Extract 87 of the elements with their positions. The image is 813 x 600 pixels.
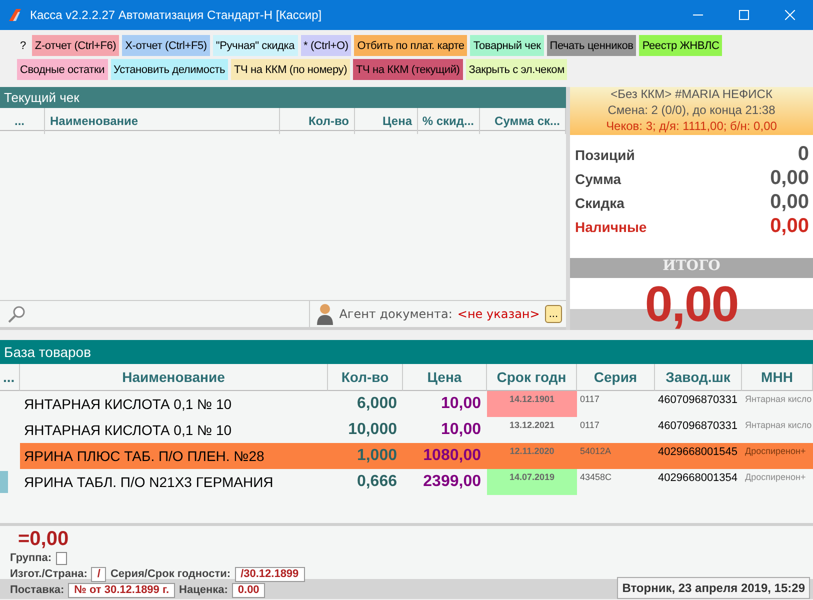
panel-title: Текущий чек xyxy=(0,87,566,108)
summary-value: 0,00 xyxy=(770,215,809,238)
toolbar-button[interactable]: X-отчет (Ctrl+F5) xyxy=(122,35,210,56)
column-header[interactable]: Наименование xyxy=(45,108,280,134)
summary-label: Сумма xyxy=(575,171,622,187)
group-checkbox[interactable] xyxy=(56,552,67,564)
table-cell: 12.11.2020 xyxy=(487,443,577,469)
field-value: № от 30.12.1899 г. xyxy=(68,582,176,598)
toolbar-button[interactable]: Реестр ЖНВЛС xyxy=(639,35,722,56)
table-cell-text: Дроспиренон+ xyxy=(744,471,807,484)
table-cell-text: Янтарная кисло xyxy=(744,419,813,432)
person-icon xyxy=(316,303,334,325)
agent-value: <не указан> xyxy=(457,307,540,321)
column-header[interactable]: ... xyxy=(0,364,20,391)
table-cell: Дроспиренон+ xyxy=(742,443,813,469)
column-header[interactable]: Наименование xyxy=(20,364,328,391)
table-cell-text: 0117 xyxy=(579,393,600,406)
product-name[interactable]: ЯРИНА ПЛЮС ТАБ. П/О ПЛЕН. №28 xyxy=(20,443,328,469)
column-header[interactable]: ... xyxy=(0,108,45,134)
window-title: Касса v2.2.2.27 Автоматизация Стандарт-Н [Кассир] xyxy=(30,8,323,22)
toolbar-button[interactable]: Закрыть с эл.чеком xyxy=(466,59,568,80)
table-cell-text: 10,00 xyxy=(440,420,482,440)
summary-label: Позиций xyxy=(575,147,635,163)
summary-label: Наличные xyxy=(575,219,647,235)
table-cell: 54012A xyxy=(577,443,655,469)
summary-label: Скидка xyxy=(575,195,624,211)
app-logo-icon xyxy=(8,8,22,22)
summary-value: 0,00 xyxy=(770,167,809,190)
product-name[interactable]: ЯРИНА ТАБЛ. П/О N21X3 ГЕРМАНИЯ xyxy=(20,469,328,495)
toolbar-button[interactable]: * (Ctrl+O) xyxy=(300,35,352,56)
shift-info: Смена: 2 (0/0), до конца 21:38 xyxy=(606,103,776,119)
table-cell: 4029668001545 xyxy=(655,443,742,469)
shift-info: Чеков: 3; д/я: 1111,00; б/н: 0,00 xyxy=(605,119,778,135)
field-value: / xyxy=(91,566,106,582)
table-cell-text: 10,000 xyxy=(347,420,398,440)
table-cell-text: 0,666 xyxy=(356,472,398,492)
field-label: Серия/Срок годности: xyxy=(110,568,231,580)
agent-label: Агент документа: xyxy=(339,307,452,321)
table-cell-text: 4607096870331 xyxy=(657,393,739,408)
summary-value: 0 xyxy=(798,143,809,166)
group-label: Группа: xyxy=(10,552,52,564)
column-header[interactable]: Цена xyxy=(355,108,418,134)
table-cell-text: 0117 xyxy=(579,419,600,432)
table-cell: 1,000 xyxy=(328,443,403,469)
table-cell-text: 13.12.2021 xyxy=(508,419,556,432)
table-cell-text: Янтарная кисло xyxy=(744,393,813,406)
toolbar-button[interactable]: ТЧ на ККМ (текущий) xyxy=(353,59,463,80)
table-cell-text: 4029668001354 xyxy=(657,471,739,486)
summary-value: 0,00 xyxy=(770,191,809,214)
shift-info: <Без ККМ> #MARIA НЕФИСК xyxy=(610,87,774,103)
field-value: /30.12.1899 xyxy=(234,566,305,582)
field-label: Изгот./Страна: xyxy=(10,568,88,580)
toolbar-button[interactable]: Установить делимость xyxy=(110,59,228,80)
date-status: Вторник, 23 апреля 2019, 15:29 xyxy=(617,577,810,599)
column-header[interactable]: Завод.шк xyxy=(655,364,742,391)
column-header[interactable]: Кол-во xyxy=(280,108,355,134)
field-value: 0.00 xyxy=(232,582,266,598)
product-name[interactable]: ЯНТАРНАЯ КИСЛОТА 0,1 № 10 xyxy=(20,391,328,417)
toolbar-button[interactable]: Товарный чек xyxy=(470,35,544,56)
table-cell: 1080,00 xyxy=(403,443,487,469)
toolbar-button[interactable]: ТЧ на ККМ (по номеру) xyxy=(231,59,350,80)
column-header[interactable]: Цена xyxy=(403,364,487,391)
toolbar-button[interactable]: Сводные остатки xyxy=(17,59,108,80)
toolbar-button[interactable]: Печать ценников xyxy=(546,35,636,56)
toolbar-button[interactable]: Отбить по плат. карте xyxy=(354,35,468,56)
panel-title: База товаров xyxy=(0,340,813,364)
toolbar-button[interactable]: Z-отчет (Ctrl+F6) xyxy=(32,35,120,56)
total-label: ИТОГО xyxy=(570,258,813,278)
product-name[interactable]: ЯНТАРНАЯ КИСЛОТА 0,1 № 10 xyxy=(20,417,328,443)
search-icon[interactable] xyxy=(8,305,26,323)
sum-value: =0,00 xyxy=(17,529,70,550)
table-cell-text: 43458C xyxy=(579,471,613,484)
field-label: Наценка: xyxy=(179,584,228,596)
table-cell-text: 6,000 xyxy=(356,394,398,414)
table-cell: 14.07.2019 xyxy=(487,469,577,495)
field-label: Поставка: xyxy=(10,584,64,596)
table-cell: 14.12.1901 xyxy=(487,391,577,417)
column-header[interactable]: МНН xyxy=(742,364,813,391)
table-cell-text: 2399,00 xyxy=(422,472,482,492)
column-header[interactable]: Серия xyxy=(577,364,655,391)
column-header[interactable]: Кол-во xyxy=(328,364,403,391)
toolbar-button[interactable]: "Ручная" скидка xyxy=(212,35,298,56)
column-header[interactable]: Сумма ск... xyxy=(480,108,566,134)
table-cell-text: 10,00 xyxy=(440,394,482,414)
browse-button[interactable]: ... xyxy=(544,305,562,323)
table-cell-text: 4607096870331 xyxy=(657,419,739,434)
column-header[interactable]: % скид... xyxy=(418,108,480,134)
